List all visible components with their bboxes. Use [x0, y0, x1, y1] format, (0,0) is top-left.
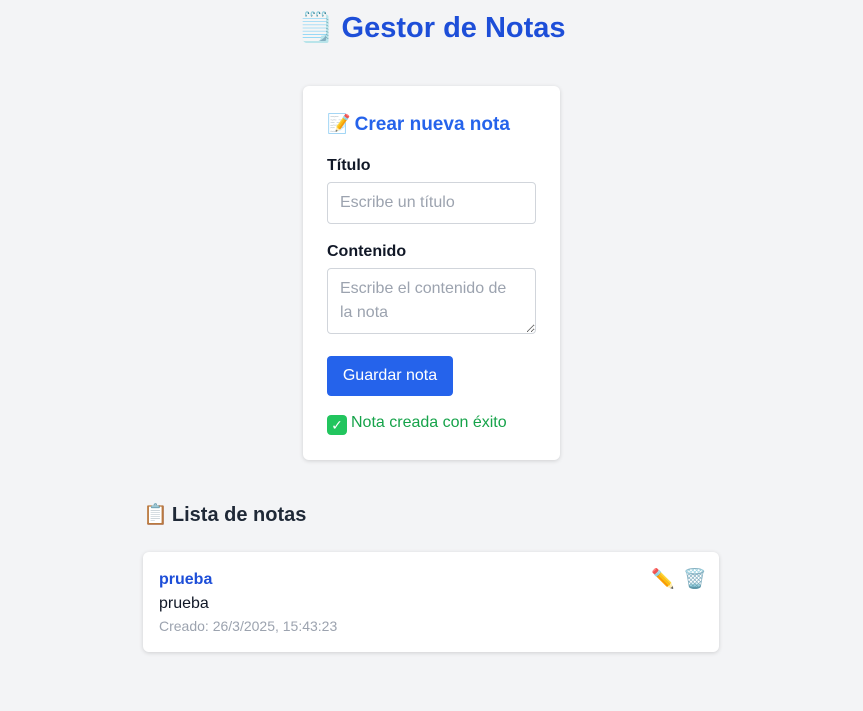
edit-pencil-icon[interactable]: ✏️	[651, 568, 675, 592]
check-icon: ✓	[327, 415, 347, 435]
note-card: prueba prueba Creado: 26/3/2025, 15:43:2…	[143, 552, 719, 652]
note-actions: ✏️ 🗑️	[651, 568, 707, 592]
clipboard-icon: 📋	[143, 504, 168, 526]
notes-list-heading-text: Lista de notas	[171, 504, 307, 526]
content-label: Contenido	[327, 243, 407, 260]
save-note-button[interactable]: Guardar nota	[327, 356, 453, 396]
notepad-icon: 🗒️	[297, 12, 334, 44]
note-title: prueba	[159, 571, 213, 588]
create-note-heading: 📝 Crear nueva nota	[327, 112, 510, 136]
create-note-card: 📝Crear nueva nota Título Contenido Guard…	[303, 86, 560, 460]
note-content: prueba	[159, 595, 209, 612]
delete-trash-icon[interactable]: 🗑️	[683, 568, 707, 592]
app-title: 🗒️ Gestor de Notas	[0, 10, 863, 46]
title-input[interactable]	[327, 182, 536, 224]
notes-list-heading: 📋 Lista de notas	[143, 502, 306, 527]
memo-icon: 📝	[327, 114, 351, 135]
title-label: Título	[327, 157, 371, 174]
content-textarea[interactable]	[327, 268, 536, 334]
success-message: ✓ Nota creada con éxito	[327, 414, 507, 435]
success-message-text: Nota creada con éxito	[351, 414, 507, 431]
app-title-text: Gestor de Notas	[341, 12, 566, 44]
create-note-heading-text: Crear nueva nota	[354, 114, 510, 135]
note-created-date: Creado: 26/3/2025, 15:43:23	[159, 618, 338, 634]
